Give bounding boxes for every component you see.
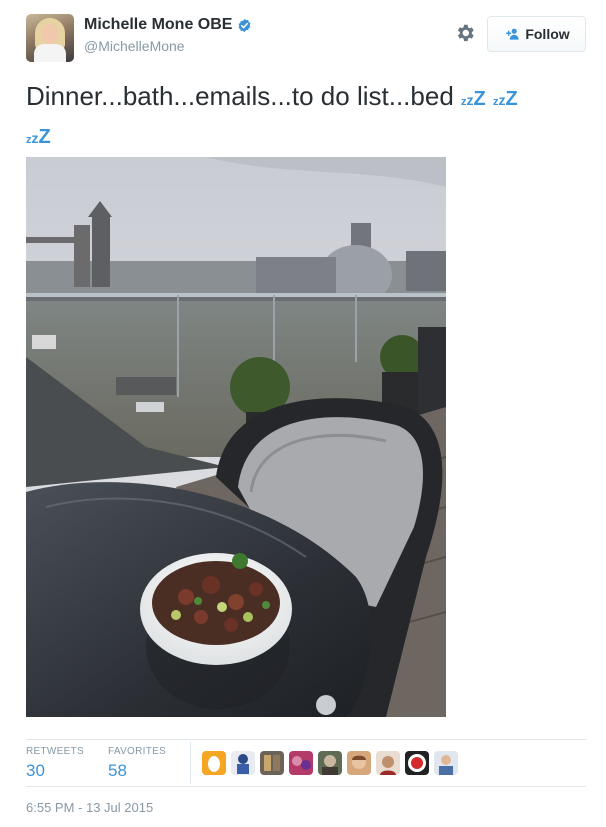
tweet-timestamp[interactable]: 6:55 PM - 13 Jul 2015 bbox=[26, 800, 153, 815]
avatar[interactable] bbox=[405, 751, 429, 775]
tweet-text: Dinner...bath...emails...to do list...be… bbox=[26, 80, 586, 156]
follow-button-label: Follow bbox=[525, 26, 570, 42]
retweets-stat[interactable]: RETWEETS 30 bbox=[26, 746, 84, 781]
follow-button[interactable]: Follow bbox=[487, 16, 586, 52]
tweet-text-body: Dinner...bath...emails...to do list...be… bbox=[26, 81, 454, 111]
stats-divider bbox=[26, 739, 586, 740]
avatar[interactable] bbox=[202, 751, 226, 775]
user-info: Michelle Mone OBE @MichelleMone bbox=[84, 16, 252, 54]
tweet-photo[interactable] bbox=[26, 157, 446, 717]
avatar[interactable] bbox=[289, 751, 313, 775]
zzz-emoji: zzZ bbox=[461, 88, 486, 110]
avatar[interactable] bbox=[434, 751, 458, 775]
avatar[interactable] bbox=[26, 14, 74, 62]
retweets-label: RETWEETS bbox=[26, 746, 84, 757]
avatar[interactable] bbox=[318, 751, 342, 775]
zzz-emoji: zzZ bbox=[492, 88, 518, 110]
avatar[interactable] bbox=[347, 751, 371, 775]
stats-separator bbox=[190, 742, 191, 784]
tweet-header: Michelle Mone OBE @MichelleMone Follow bbox=[26, 14, 586, 66]
retweets-count: 30 bbox=[26, 761, 45, 780]
verified-badge-icon bbox=[239, 18, 251, 32]
zzz-emoji: zzZ bbox=[26, 126, 51, 148]
avatar[interactable] bbox=[376, 751, 400, 775]
avatar[interactable] bbox=[231, 751, 255, 775]
follow-person-icon bbox=[506, 28, 519, 40]
user-fullname[interactable]: Michelle Mone OBE bbox=[84, 16, 252, 34]
gear-icon[interactable] bbox=[454, 22, 476, 44]
user-handle[interactable]: @MichelleMone bbox=[84, 38, 252, 54]
favoriters-avatars bbox=[202, 751, 458, 775]
favorites-label: FAVORITES bbox=[108, 746, 167, 757]
photo-scene bbox=[26, 157, 446, 717]
user-fullname-text: Michelle Mone OBE bbox=[84, 16, 233, 33]
favorites-count: 58 bbox=[108, 761, 127, 780]
avatar[interactable] bbox=[260, 751, 284, 775]
stats-divider bbox=[26, 786, 586, 787]
favorites-stat[interactable]: FAVORITES 58 bbox=[108, 746, 166, 781]
